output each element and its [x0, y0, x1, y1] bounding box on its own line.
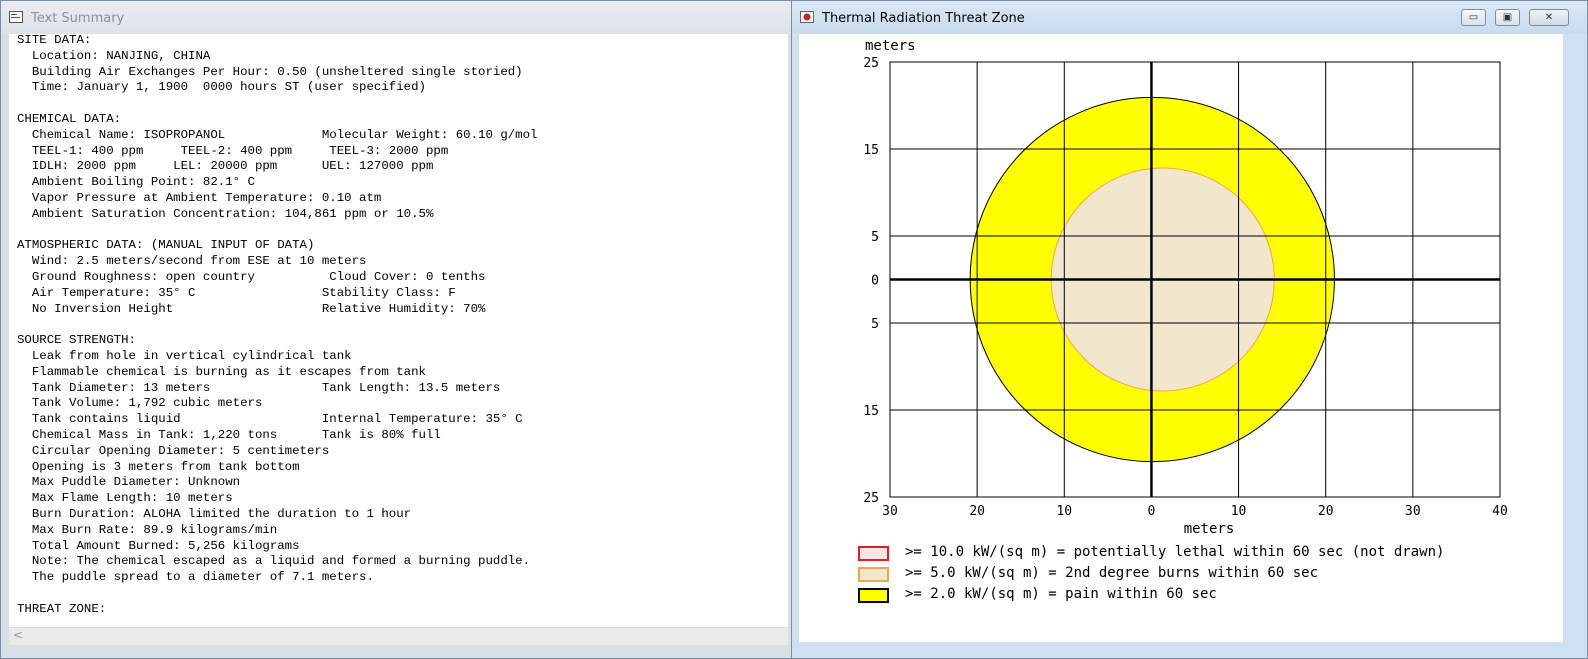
legend-swatch: [858, 546, 889, 561]
text-summary-titlebar[interactable]: Text Summary: [1, 1, 792, 34]
x-tick-label: 40: [1492, 504, 1508, 519]
threat-zone-titlebar[interactable]: Thermal Radiation Threat Zone ▭ ▣ ✕: [792, 1, 1587, 34]
y-tick-label: 5: [871, 230, 879, 245]
threat-zone-title: Thermal Radiation Threat Zone: [822, 11, 1025, 26]
summary-line: Circular Opening Diameter: 5 centimeters: [17, 443, 330, 458]
x-tick-label: 30: [1405, 504, 1421, 519]
text-window-icon: [9, 11, 23, 23]
summary-line: Max Flame Length: 10 meters: [17, 491, 233, 506]
thermal-radiation-icon: [800, 11, 814, 23]
summary-line: ATMOSPHERIC DATA: (MANUAL INPUT OF DATA): [17, 238, 315, 253]
summary-line: Leak from hole in vertical cylindrical t…: [17, 348, 352, 363]
x-tick-label: 20: [969, 504, 985, 519]
horizontal-scrollbar[interactable]: <: [9, 627, 788, 645]
summary-line: IDLH: 2000 ppm LEL: 20000 ppm UEL: 12700…: [17, 159, 434, 174]
y-tick-label: 25: [863, 56, 879, 71]
legend-label: >= 10.0 kW/(sq m) = potentially lethal w…: [905, 544, 1445, 560]
summary-line: Opening is 3 meters from tank bottom: [17, 459, 300, 474]
summary-line: Tank Diameter: 13 meters Tank Length: 13…: [17, 380, 501, 395]
y-tick-label: 15: [863, 143, 879, 158]
summary-line: THREAT ZONE:: [17, 601, 107, 616]
y-tick-label: 15: [863, 404, 879, 419]
x-tick-label: 20: [1318, 504, 1334, 519]
text-summary-content[interactable]: SITE DATA: Location: NANJING, CHINA Buil…: [9, 34, 788, 627]
summary-line: Ambient Boiling Point: 82.1° C: [17, 175, 255, 190]
y-tick-label: 5: [871, 317, 879, 332]
summary-line: Ground Roughness: open country Cloud Cov…: [17, 269, 486, 284]
summary-line: Time: January 1, 1900 0000 hours ST (use…: [17, 80, 426, 95]
summary-line: The puddle spread to a diameter of 7.1 m…: [17, 570, 374, 585]
summary-line: Note: The chemical escaped as a liquid a…: [17, 554, 531, 569]
summary-line: SITE DATA:: [17, 34, 92, 47]
x-tick-label: 0: [1148, 504, 1156, 519]
summary-line: Tank Volume: 1,792 cubic meters: [17, 396, 263, 411]
summary-line: Building Air Exchanges Per Hour: 0.50 (u…: [17, 64, 523, 79]
x-tick-label: 10: [1056, 504, 1072, 519]
summary-line: TEEL-1: 400 ppm TEEL-2: 400 ppm TEEL-3: …: [17, 143, 449, 158]
y-tick-label: 25: [863, 491, 879, 506]
legend-label: >= 5.0 kW/(sq m) = 2nd degree burns with…: [905, 565, 1319, 581]
legend-swatch: [858, 588, 889, 603]
threat-zone-window: Thermal Radiation Threat Zone ▭ ▣ ✕ 30 20…: [791, 0, 1588, 659]
text-summary-title: Text Summary: [31, 11, 125, 26]
summary-line: Vapor Pressure at Ambient Temperature: 0…: [17, 190, 382, 205]
summary-line: Location: NANJING, CHINA: [17, 48, 211, 63]
summary-line: SOURCE STRENGTH:: [17, 333, 136, 348]
summary-line: Chemical Name: ISOPROPANOL Molecular Wei…: [17, 127, 538, 142]
summary-line: No Inversion Height Relative Humidity: 7…: [17, 301, 486, 316]
summary-line: CHEMICAL DATA:: [17, 111, 122, 126]
summary-line: Burn Duration: ALOHA limited the duratio…: [17, 506, 412, 521]
summary-line: Max Puddle Diameter: Unknown: [17, 475, 241, 490]
x-tick-label: 30: [882, 504, 898, 519]
close-button[interactable]: ✕: [1529, 9, 1569, 26]
summary-line: Ambient Saturation Concentration: 104,86…: [17, 206, 434, 221]
summary-text: SITE DATA: Location: NANJING, CHINA Buil…: [17, 34, 538, 617]
minimize-button[interactable]: ▭: [1461, 9, 1486, 26]
scroll-left-arrow-icon[interactable]: <: [13, 628, 23, 642]
summary-line: Total Amount Burned: 5,256 kilograms: [17, 538, 300, 553]
summary-line: Wind: 2.5 meters/second from ESE at 10 m…: [17, 254, 367, 269]
legend-swatch: [858, 567, 889, 582]
summary-line: Tank contains liquid Internal Temperatur…: [17, 412, 523, 427]
x-tick-label: 10: [1231, 504, 1247, 519]
summary-line: Flammable chemical is burning as it esca…: [17, 364, 426, 379]
y-tick-label: 0: [871, 274, 879, 289]
summary-line: Air Temperature: 35° C Stability Class: …: [17, 285, 456, 300]
maximize-button[interactable]: ▣: [1495, 9, 1520, 26]
summary-line: Max Burn Rate: 89.9 kilograms/min: [17, 522, 278, 537]
x-axis-label: meters: [1184, 521, 1235, 537]
threat-zone-plot-area: 30 20 10 0 10 20 30 40 25 15 5 0 5 15 25 meters meters >…: [799, 34, 1563, 642]
text-summary-window: Text Summary SITE DATA: Location: NANJIN…: [0, 0, 793, 659]
summary-line: Chemical Mass in Tank: 1,220 tons Tank i…: [17, 427, 441, 442]
y-axis-label: meters: [865, 38, 916, 54]
legend-label: >= 2.0 kW/(sq m) = pain within 60 sec: [905, 586, 1217, 602]
